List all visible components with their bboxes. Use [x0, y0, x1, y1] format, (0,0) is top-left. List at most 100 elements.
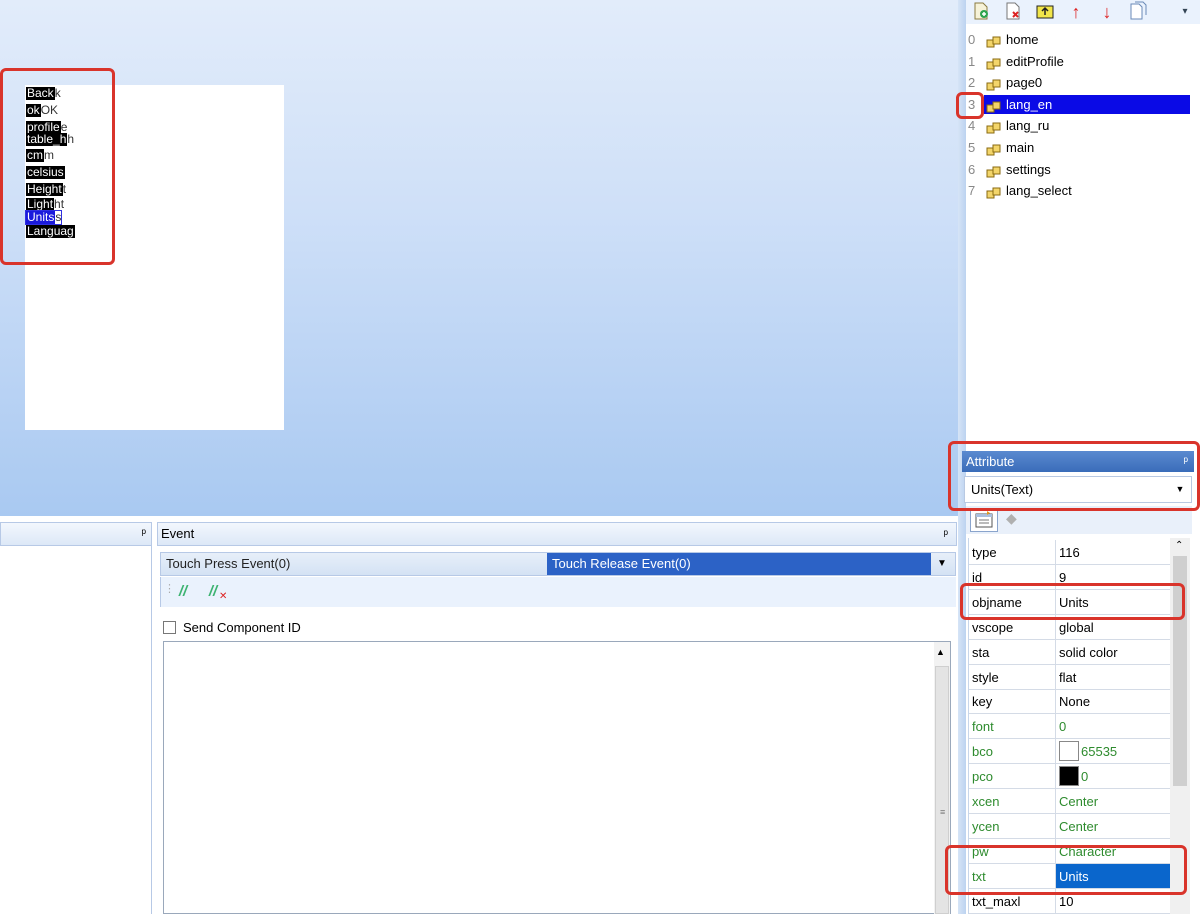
scroll-up-icon[interactable]: ⌃: [1175, 540, 1183, 551]
pin-icon[interactable]: ᵖ: [141, 526, 146, 540]
toolbar-overflow-icon[interactable]: ▾: [1178, 1, 1192, 23]
event-toolbar: ⋮ // // ✕: [160, 577, 956, 607]
component-ghost-text: ht: [54, 198, 65, 211]
attr-value[interactable]: Units: [1059, 864, 1089, 889]
move-down-icon[interactable]: ↓: [1096, 1, 1118, 23]
pin-icon[interactable]: ᵖ: [1183, 451, 1188, 472]
attr-value[interactable]: Center: [1059, 814, 1098, 839]
attr-value[interactable]: 0: [1081, 764, 1088, 789]
tab-touch-release[interactable]: Touch Release Event(0): [547, 553, 931, 575]
page-index: 4: [968, 118, 976, 134]
event-code-scrollbar[interactable]: ▲ ≡: [934, 642, 950, 914]
comment-lines-icon[interactable]: //: [171, 580, 195, 604]
attr-row-objname[interactable]: objname Units: [969, 589, 1171, 615]
page-item-lang_select[interactable]: 7 lang_select: [966, 180, 1192, 201]
page-icon: [986, 98, 1002, 113]
copy-page-icon[interactable]: [1127, 1, 1149, 23]
attribute-panel-header: Attribute ᵖ: [962, 451, 1194, 472]
attr-row-txt_maxl[interactable]: txt_maxl 10: [969, 888, 1171, 914]
attr-row-bco[interactable]: bco 65535: [969, 739, 1171, 765]
component-label: Units: [26, 211, 56, 224]
attr-row-txt[interactable]: txt Units: [969, 863, 1171, 889]
component-ghost-text: k: [54, 87, 61, 100]
canvas-component-height[interactable]: Heightt: [26, 183, 66, 196]
attr-row-pco[interactable]: pco 0: [969, 764, 1171, 790]
categorized-view-icon[interactable]: [970, 508, 998, 532]
page-item-page0[interactable]: 2 page0: [966, 72, 1192, 93]
canvas-component-light[interactable]: Lightht: [26, 198, 64, 211]
attr-value[interactable]: Units: [1059, 590, 1089, 615]
object-select[interactable]: Units(Text) ▼: [964, 476, 1192, 503]
attr-row-style[interactable]: style flat: [969, 664, 1171, 690]
attr-value[interactable]: 10: [1059, 889, 1073, 914]
page-item-settings[interactable]: 6 settings: [966, 159, 1192, 180]
attr-row-font[interactable]: font 0: [969, 714, 1171, 740]
attr-divider: [1055, 888, 1056, 914]
add-page-icon[interactable]: [970, 1, 992, 23]
attr-row-key[interactable]: key None: [969, 689, 1171, 715]
page-item-lang_ru[interactable]: 4 lang_ru: [966, 115, 1192, 136]
attr-row-xcen[interactable]: xcen Center: [969, 789, 1171, 814]
attr-row-sta[interactable]: sta solid color: [969, 639, 1171, 665]
page-icon: [986, 119, 1002, 134]
chevron-down-icon[interactable]: ▼: [1173, 477, 1187, 502]
insert-page-icon[interactable]: [1034, 1, 1056, 23]
event-panel-header: Event ᵖ: [157, 522, 957, 546]
attr-key: objname: [972, 594, 1022, 610]
page-icon: [986, 33, 1002, 48]
tabs-dropdown-icon[interactable]: ▼: [933, 553, 951, 575]
attr-value[interactable]: 65535: [1081, 739, 1117, 764]
page-item-home[interactable]: 0 home: [966, 29, 1192, 50]
attr-value[interactable]: 116: [1059, 540, 1080, 565]
attr-divider: [1055, 813, 1056, 839]
page-index: 2: [968, 75, 976, 91]
attr-value[interactable]: None: [1059, 689, 1090, 714]
attribute-scroll-thumb[interactable]: [1173, 556, 1187, 786]
attr-row-id[interactable]: id 9: [969, 564, 1171, 590]
attr-divider: [1055, 589, 1056, 615]
design-canvas[interactable]: Backk okOK profilee table_hh cmm celsius Heigh…: [0, 0, 958, 516]
page-name: page0: [1006, 75, 1043, 91]
page-item-editProfile[interactable]: 1 editProfile: [966, 51, 1192, 72]
page-name: home: [1006, 32, 1039, 47]
attr-value[interactable]: 9: [1059, 565, 1066, 590]
color-swatch[interactable]: [1059, 741, 1079, 762]
page-index: 5: [968, 140, 976, 155]
send-component-id-checkbox[interactable]: [163, 621, 176, 634]
pin-icon[interactable]: ᵖ: [943, 523, 948, 545]
canvas-component-table_h[interactable]: table_hh: [26, 133, 74, 146]
event-scroll-thumb[interactable]: ≡: [935, 666, 949, 914]
canvas-component-celsius[interactable]: celsius: [26, 166, 65, 179]
attr-row-ycen[interactable]: ycen Center: [969, 813, 1171, 839]
event-view-icon[interactable]: ◆: [1006, 510, 1026, 530]
component-label: Light: [26, 198, 55, 211]
canvas-component-back[interactable]: Backk: [26, 87, 61, 100]
attr-value[interactable]: Center: [1059, 789, 1098, 814]
component-ghost-text: h: [67, 133, 75, 146]
event-code-editor[interactable]: [163, 641, 951, 914]
canvas-component-units[interactable]: Unitss: [24, 210, 63, 225]
attr-value[interactable]: flat: [1059, 665, 1076, 690]
scroll-up-icon[interactable]: ▲: [936, 647, 945, 657]
attr-value[interactable]: 0: [1059, 714, 1066, 739]
attr-value[interactable]: global: [1059, 615, 1094, 640]
color-swatch[interactable]: [1059, 766, 1079, 787]
attr-row-vscope[interactable]: vscope global: [969, 614, 1171, 640]
attr-row-pw[interactable]: pw Character: [969, 838, 1171, 864]
attr-value[interactable]: Character: [1059, 839, 1116, 864]
component-label: Height: [26, 183, 63, 196]
attr-key: type: [972, 545, 997, 560]
page-item-lang_en[interactable]: 3 lang_en: [966, 94, 1192, 115]
attr-key: key: [972, 694, 993, 710]
attr-row-type[interactable]: type 116: [969, 540, 1171, 565]
attribute-toolbar: ◆: [966, 506, 1192, 534]
canvas-component-cm[interactable]: cmm: [26, 149, 54, 162]
attr-value[interactable]: solid color: [1059, 640, 1118, 665]
canvas-component-ok[interactable]: okOK: [26, 104, 58, 117]
page-item-main[interactable]: 5 main: [966, 137, 1192, 158]
tab-touch-press[interactable]: Touch Press Event(0): [161, 553, 547, 575]
move-up-icon[interactable]: ↑: [1065, 1, 1087, 23]
page-index: 0: [968, 32, 976, 47]
canvas-component-languag[interactable]: Languag: [26, 225, 75, 238]
delete-page-icon[interactable]: [1002, 1, 1024, 23]
